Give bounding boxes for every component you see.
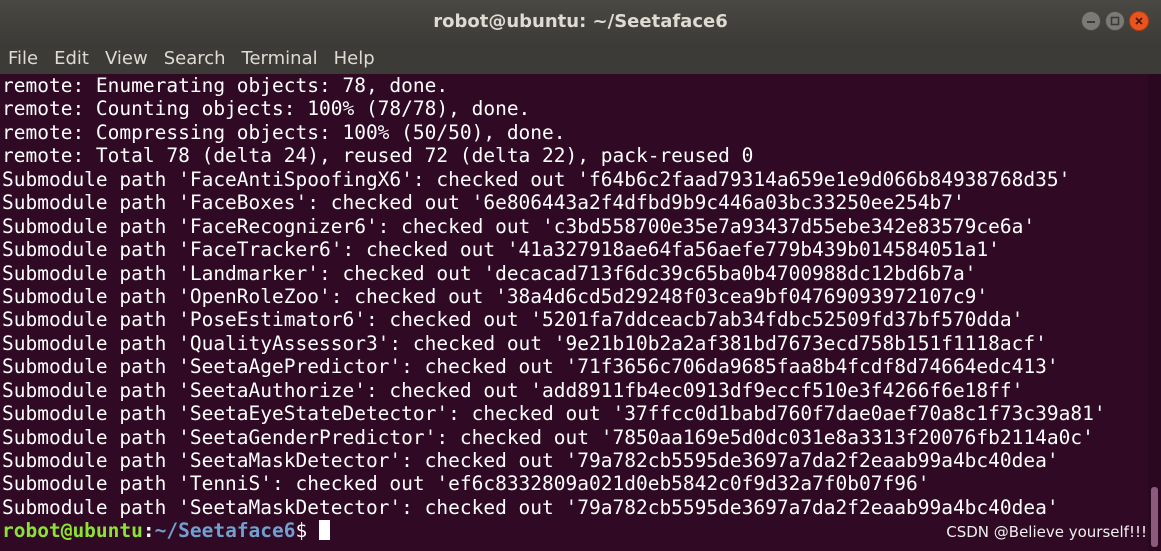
watermark: CSDN @Believe yourself!!! (946, 523, 1147, 541)
minimize-icon (1087, 21, 1095, 23)
scrollbar-thumb[interactable] (1151, 487, 1158, 547)
prompt-symbol: $ (295, 519, 308, 543)
title-bar: robot@ubuntu: ~/Seetaface6 (0, 0, 1161, 44)
prompt-user-host: robot@ubuntu (2, 519, 143, 543)
window-controls (1081, 11, 1149, 31)
menu-edit[interactable]: Edit (46, 44, 97, 74)
output-line: Submodule path 'Landmarker': checked out… (2, 261, 977, 285)
scrollbar[interactable] (1148, 74, 1161, 551)
menu-view[interactable]: View (97, 44, 156, 74)
output-line: Submodule path 'QualityAssessor3': check… (2, 331, 1047, 355)
output-line: Submodule path 'FaceTracker6': checked o… (2, 238, 1000, 262)
minimize-button[interactable] (1081, 11, 1101, 31)
output-line: Submodule path 'SeetaGenderPredictor': c… (2, 425, 1094, 449)
output-line: Submodule path 'SeetaMaskDetector': chec… (2, 449, 1059, 472)
output-line: Submodule path 'OpenRoleZoo': checked ou… (2, 284, 989, 308)
menu-file[interactable]: File (0, 44, 46, 74)
close-icon (1135, 17, 1143, 25)
output-line: remote: Compressing objects: 100% (50/50… (2, 120, 566, 144)
window-title: robot@ubuntu: ~/Seetaface6 (433, 11, 728, 32)
output-line: Submodule path 'PoseEstimator6': checked… (2, 308, 1024, 332)
output-line: Submodule path 'FaceBoxes': checked out … (2, 191, 965, 215)
output-line: Submodule path 'FaceAntiSpoofingX6': che… (2, 167, 1071, 191)
output-line: remote: Total 78 (delta 24), reused 72 (… (2, 144, 754, 168)
output-line: Submodule path 'SeetaAgePredictor': chec… (2, 355, 1059, 379)
output-line: Submodule path 'FaceRecognizer6': checke… (2, 214, 1036, 238)
menu-search[interactable]: Search (156, 44, 234, 74)
output-line: Submodule path 'SeetaEyeStateDetector': … (2, 402, 1106, 426)
prompt-path: ~/Seetaface6 (154, 519, 296, 543)
menu-terminal[interactable]: Terminal (234, 44, 326, 74)
output-line: remote: Enumerating objects: 78, done. (2, 74, 449, 97)
close-button[interactable] (1129, 11, 1149, 31)
maximize-button[interactable] (1105, 11, 1125, 31)
menu-help[interactable]: Help (326, 44, 383, 74)
terminal-output[interactable]: remote: Enumerating objects: 78, done. r… (0, 74, 1148, 551)
output-line: Submodule path 'SeetaAuthorize': checked… (2, 378, 1024, 402)
text-cursor (319, 520, 331, 541)
output-line: Submodule path 'SeetaMaskDetector': chec… (2, 495, 1059, 519)
output-line: Submodule path 'TenniS': checked out 'ef… (2, 472, 930, 496)
menu-bar: File Edit View Search Terminal Help (0, 44, 1161, 74)
output-line: remote: Counting objects: 100% (78/78), … (2, 97, 531, 121)
prompt-separator: : (142, 519, 155, 543)
maximize-icon (1110, 16, 1120, 26)
